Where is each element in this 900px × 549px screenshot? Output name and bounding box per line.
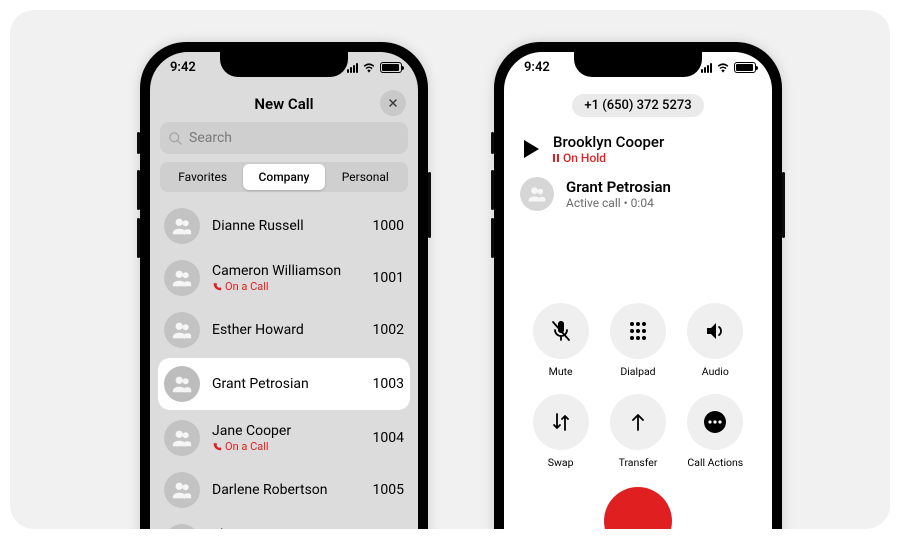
held-call-item[interactable]: Brooklyn Cooper On Hold xyxy=(504,127,772,171)
tab-company[interactable]: Company xyxy=(243,164,324,190)
status-time: 9:42 xyxy=(170,60,196,75)
avatar-icon xyxy=(164,208,200,244)
avatar-icon xyxy=(164,472,200,508)
search-placeholder: Search xyxy=(189,130,232,146)
contact-name: Grant Petrosian xyxy=(212,376,361,392)
cellular-icon xyxy=(347,63,358,73)
contact-extension: 1004 xyxy=(373,430,404,446)
status-bar: 9:42 xyxy=(150,52,418,86)
action-label: Transfer xyxy=(619,456,658,469)
status-bar: 9:42 xyxy=(504,52,772,86)
active-call-status: Active call • 0:04 xyxy=(566,196,756,210)
contact-name: Darlene Robertson xyxy=(212,482,361,498)
close-button[interactable] xyxy=(380,90,406,116)
dialpad-icon xyxy=(610,303,666,359)
contact-row[interactable]: Grant Petrosian 1003 xyxy=(158,358,410,410)
pause-icon xyxy=(553,154,559,162)
avatar-icon xyxy=(164,312,200,348)
transfer-button[interactable]: Transfer xyxy=(603,394,672,469)
phone-active-call: 9:42 +1 (650) 372 5273 Brooklyn Cooper O… xyxy=(494,42,782,529)
tab-bar: Favorites Company Personal xyxy=(160,162,408,192)
contact-name: Cameron Williamson xyxy=(212,263,361,279)
contact-extension: 1005 xyxy=(373,482,404,498)
avatar-icon xyxy=(164,260,200,296)
avatar-icon xyxy=(164,524,200,529)
contact-name: Jane Cooper xyxy=(212,423,361,439)
contact-row[interactable]: Jane CooperOn a Call 1004 xyxy=(150,412,418,464)
page-title: New Call xyxy=(254,95,313,113)
contact-status: On a Call xyxy=(212,440,361,453)
callactions-button[interactable]: Call Actions xyxy=(681,394,750,469)
action-label: Dialpad xyxy=(620,365,655,378)
action-label: Mute xyxy=(549,365,573,378)
close-icon xyxy=(387,97,399,109)
wifi-icon xyxy=(362,63,376,73)
phone-new-call: 9:42 New Call Search xyxy=(140,42,428,529)
active-call-name: Grant Petrosian xyxy=(566,178,756,196)
avatar-icon xyxy=(164,420,200,456)
avatar-icon xyxy=(520,177,554,211)
callactions-icon xyxy=(687,394,743,450)
active-call-item[interactable]: Grant Petrosian Active call • 0:04 xyxy=(504,171,772,217)
battery-icon xyxy=(380,62,402,73)
contacts-list: Dianne Russell1000Cameron WilliamsonOn a… xyxy=(150,200,418,529)
search-icon xyxy=(168,131,183,146)
contact-name: Dianne Russell xyxy=(212,218,361,234)
action-label: Swap xyxy=(548,456,574,469)
play-icon xyxy=(524,140,539,158)
dialpad-button[interactable]: Dialpad xyxy=(603,303,672,378)
audio-button[interactable]: Audio xyxy=(681,303,750,378)
battery-icon xyxy=(734,62,756,73)
action-label: Audio xyxy=(702,365,729,378)
contact-row[interactable]: Eleanor PenaIncoming Call1006 xyxy=(150,516,418,529)
action-label: Call Actions xyxy=(687,456,743,469)
contact-row[interactable]: Cameron WilliamsonOn a Call 1001 xyxy=(150,252,418,304)
contact-extension: 1000 xyxy=(373,218,404,234)
contact-row[interactable]: Darlene Robertson 1005 xyxy=(150,464,418,516)
status-icons xyxy=(701,62,756,73)
contact-name: Eleanor Pena xyxy=(212,527,361,529)
cellular-icon xyxy=(701,63,712,73)
caller-number: +1 (650) 372 5273 xyxy=(572,94,703,117)
swap-icon xyxy=(533,394,589,450)
contact-row[interactable]: Esther Howard 1002 xyxy=(150,304,418,356)
call-actions-grid: Mute Dialpad Audio Swap Transfer Call Actions xyxy=(504,303,772,469)
tab-personal[interactable]: Personal xyxy=(325,164,406,190)
tab-favorites[interactable]: Favorites xyxy=(162,164,243,190)
end-call-button[interactable] xyxy=(604,487,672,529)
search-input[interactable]: Search xyxy=(160,122,408,154)
contact-extension: 1002 xyxy=(373,322,404,338)
wifi-icon xyxy=(716,63,730,73)
mute-button[interactable]: Mute xyxy=(526,303,595,378)
held-call-name: Brooklyn Cooper xyxy=(553,133,756,151)
contact-name: Esther Howard xyxy=(212,322,361,338)
contact-extension: 1003 xyxy=(373,376,404,392)
transfer-icon xyxy=(610,394,666,450)
contact-status: On a Call xyxy=(212,280,361,293)
status-time: 9:42 xyxy=(524,60,550,75)
contact-extension: 1001 xyxy=(373,270,404,286)
contact-row[interactable]: Dianne Russell 1000 xyxy=(150,200,418,252)
swap-button[interactable]: Swap xyxy=(526,394,595,469)
status-icons xyxy=(347,62,402,73)
mute-icon xyxy=(533,303,589,359)
avatar-icon xyxy=(164,366,200,402)
held-call-status: On Hold xyxy=(553,151,756,165)
audio-icon xyxy=(687,303,743,359)
